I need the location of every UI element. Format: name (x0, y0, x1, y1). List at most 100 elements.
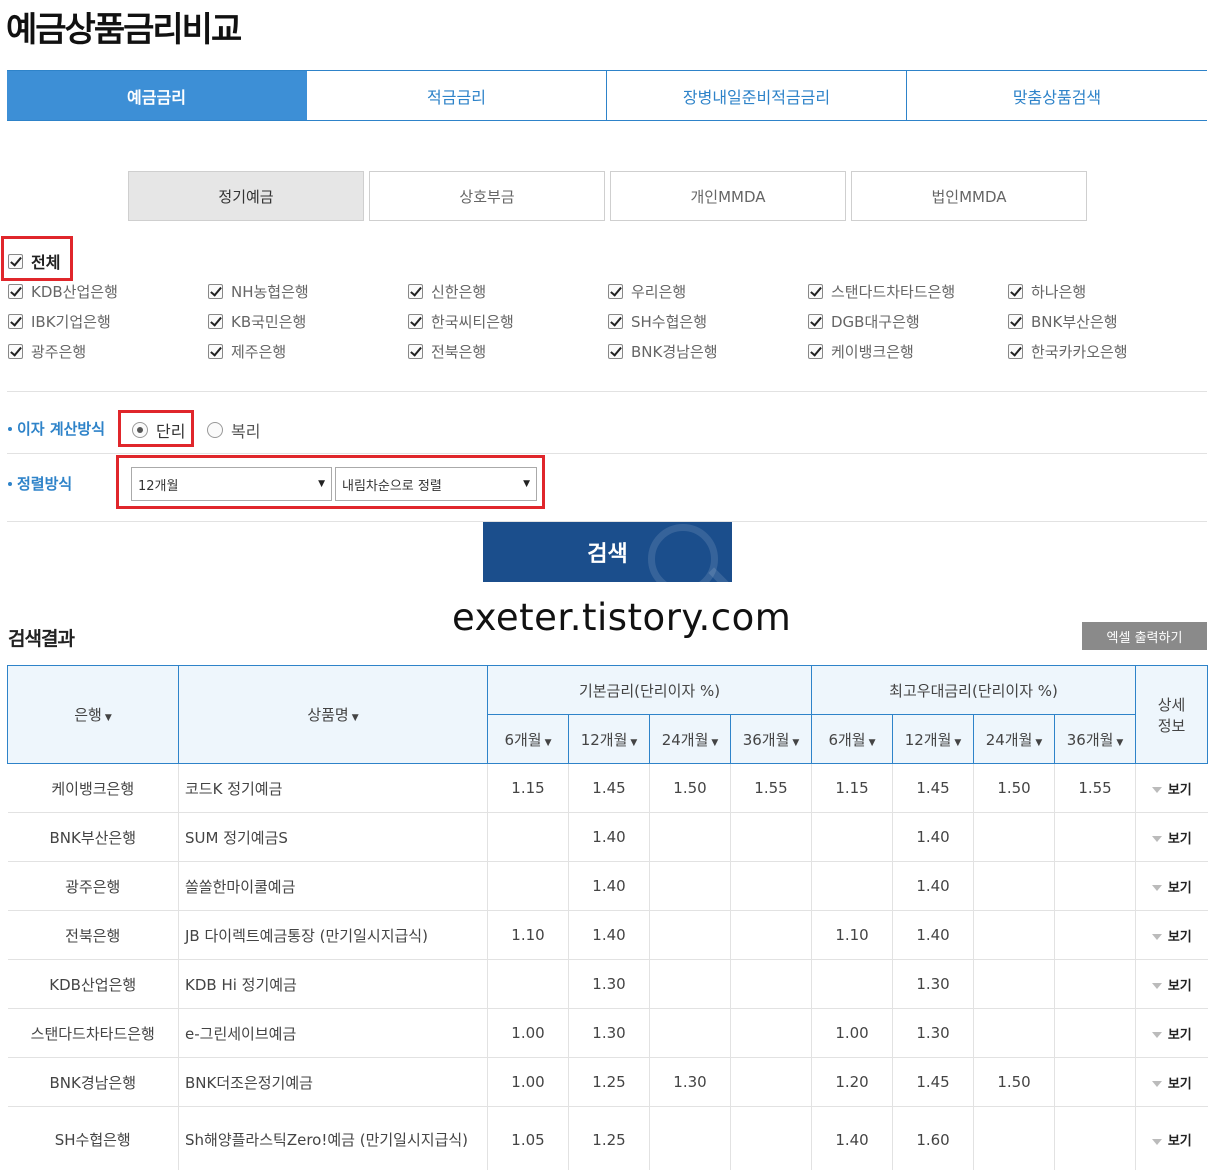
subtab-time-deposit[interactable]: 정기예금 (128, 171, 364, 221)
tab-custom-search[interactable]: 맞춤상품검색 (907, 71, 1207, 120)
tab-soldier-savings-rate[interactable]: 장병내일준비적금금리 (607, 71, 907, 120)
checkbox-all[interactable]: 전체 (8, 249, 60, 273)
group-header-base-rate: 기본금리(단리이자 %) (486, 665, 813, 715)
checkbox-icon[interactable] (1008, 343, 1023, 359)
header-detail-text-1: 상세 (1157, 695, 1186, 714)
checkbox-icon[interactable] (408, 343, 423, 359)
subtab-personal-mmda[interactable]: 개인MMDA (610, 171, 846, 221)
radio-compound[interactable]: 복리 (207, 418, 260, 442)
checkbox-icon[interactable] (208, 313, 223, 329)
column-header-period[interactable]: 6개월 ▼ (487, 714, 569, 764)
bank-checkbox[interactable]: BNK부산은행 (1008, 311, 1118, 331)
excel-export-button[interactable]: 엑셀 출력하기 (1082, 622, 1207, 650)
column-header-period[interactable]: 36개월 ▼ (1054, 714, 1137, 764)
subtab-installment[interactable]: 상호부금 (369, 171, 605, 221)
table-row: 광주은행 쏠쏠한마이쿨예금 1.40 1.40 보기 (7, 861, 1208, 911)
group-header-max-rate: 최고우대금리(단리이자 %) (811, 665, 1137, 715)
cell-max-rate (973, 910, 1055, 960)
magnifier-icon (648, 524, 718, 582)
results-body: 케이뱅크은행 코드K 정기예금 1.15 1.45 1.50 1.55 1.15 1.45 1.… (7, 763, 1208, 1170)
column-header-period[interactable]: 12개월 ▼ (568, 714, 650, 764)
cell-base-rate: 1.15 (487, 763, 569, 813)
view-detail-button[interactable]: 보기 (1135, 763, 1208, 813)
tab-savings-rate[interactable]: 적금금리 (307, 71, 607, 120)
order-select[interactable]: 내림차순으로 정렬 ▼ (335, 467, 537, 501)
bank-checkbox[interactable]: IBK기업은행 (8, 311, 111, 331)
cell-bank: 케이뱅크은행 (7, 763, 179, 813)
view-detail-button[interactable]: 보기 (1135, 1008, 1208, 1058)
column-header-period[interactable]: 24개월 ▼ (973, 714, 1056, 764)
bank-checkbox-label: NH농협은행 (231, 282, 309, 301)
view-detail-button[interactable]: 보기 (1135, 1057, 1208, 1107)
view-detail-button[interactable]: 보기 (1135, 861, 1208, 911)
sort-caret-icon: ▼ (711, 737, 719, 748)
cell-max-rate (973, 812, 1055, 862)
bank-checkbox[interactable]: 한국카카오은행 (1008, 341, 1128, 361)
cell-base-rate (729, 959, 812, 1009)
cell-max-rate: 1.40 (892, 812, 974, 862)
search-button[interactable]: 검색 (483, 522, 732, 582)
bank-checkbox[interactable]: SH수협은행 (608, 311, 707, 331)
cell-max-rate: 1.45 (892, 763, 974, 813)
bank-checkbox[interactable]: KB국민은행 (208, 311, 306, 331)
view-detail-button[interactable]: 보기 (1135, 1106, 1208, 1170)
bank-checkbox-label: 하나은행 (1031, 282, 1087, 301)
checkbox-icon[interactable] (608, 283, 623, 299)
subtab-corporate-mmda[interactable]: 법인MMDA (851, 171, 1087, 221)
column-header-period[interactable]: 6개월 ▼ (811, 714, 894, 764)
checkbox-icon[interactable] (408, 313, 423, 329)
tab-deposit-rate[interactable]: 예금금리 (7, 71, 307, 120)
table-row: BNK부산은행 SUM 정기예금S 1.40 1.40 보기 (7, 812, 1208, 862)
radio-icon-selected[interactable] (132, 422, 148, 438)
bank-checkbox[interactable]: 제주은행 (208, 341, 286, 361)
column-header-period[interactable]: 24개월 ▼ (649, 714, 731, 764)
checkbox-icon[interactable] (408, 283, 423, 299)
bank-checkbox[interactable]: 스탠다드차타드은행 (808, 281, 955, 301)
bank-checkbox[interactable]: 우리은행 (608, 281, 686, 301)
bank-checkbox-label: IBK기업은행 (31, 312, 111, 331)
checkbox-icon[interactable] (208, 283, 223, 299)
radio-icon[interactable] (207, 422, 223, 438)
checkbox-icon[interactable] (808, 283, 823, 299)
checkbox-icon[interactable] (808, 313, 823, 329)
bank-checkbox-label: KDB산업은행 (31, 282, 118, 301)
checkbox-icon[interactable] (8, 283, 23, 299)
checkbox-icon[interactable] (8, 343, 23, 359)
checkbox-icon[interactable] (208, 343, 223, 359)
bank-checkbox[interactable]: 케이뱅크은행 (808, 341, 914, 361)
cell-base-rate (487, 959, 569, 1009)
checkbox-icon[interactable] (1008, 313, 1023, 329)
checkbox-icon[interactable] (608, 343, 623, 359)
cell-max-rate (1054, 1106, 1136, 1170)
checkbox-icon[interactable] (8, 313, 23, 329)
bank-checkbox[interactable]: 신한은행 (408, 281, 486, 301)
checkbox-icon[interactable] (608, 313, 623, 329)
bank-checkbox[interactable]: 하나은행 (1008, 281, 1086, 301)
bank-checkbox[interactable]: 한국씨티은행 (408, 311, 514, 331)
period-select[interactable]: 12개월 ▼ (131, 467, 332, 501)
sort-caret-icon: ▼ (1116, 737, 1124, 748)
checkbox-icon[interactable] (808, 343, 823, 359)
period-select-value: 12개월 (138, 478, 179, 494)
bank-checkbox-label: 신한은행 (431, 282, 487, 301)
view-detail-button[interactable]: 보기 (1135, 910, 1208, 960)
bank-checkbox[interactable]: 광주은행 (8, 341, 86, 361)
radio-simple-label: 단리 (156, 422, 186, 441)
checkbox-icon[interactable] (1008, 283, 1023, 299)
column-header-period[interactable]: 36개월 ▼ (729, 714, 813, 764)
view-detail-button[interactable]: 보기 (1135, 959, 1208, 1009)
radio-simple[interactable]: 단리 (132, 418, 185, 442)
magnifier-handle (708, 567, 730, 582)
column-header-bank[interactable]: 은행 ▼ (7, 665, 179, 764)
cell-base-rate (729, 1057, 812, 1107)
bank-checkbox[interactable]: DGB대구은행 (808, 311, 920, 331)
bank-checkbox[interactable]: KDB산업은행 (8, 281, 118, 301)
cell-product: e-그린세이브예금 (178, 1008, 488, 1058)
bank-checkbox[interactable]: 전북은행 (408, 341, 486, 361)
bank-checkbox[interactable]: NH농협은행 (208, 281, 309, 301)
column-header-period[interactable]: 12개월 ▼ (892, 714, 975, 764)
column-header-product[interactable]: 상품명 ▼ (178, 665, 488, 764)
view-detail-button[interactable]: 보기 (1135, 812, 1208, 862)
bank-checkbox[interactable]: BNK경남은행 (608, 341, 718, 361)
checkbox-icon[interactable] (8, 253, 23, 269)
